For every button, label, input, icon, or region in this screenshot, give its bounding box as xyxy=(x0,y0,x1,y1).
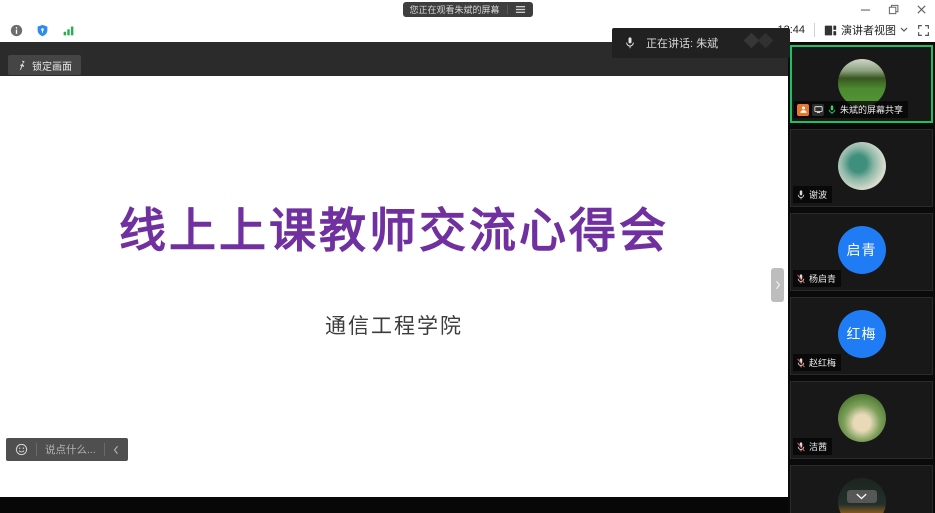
avatar xyxy=(838,394,886,442)
participant-tile[interactable]: 谢波 xyxy=(790,129,933,207)
participant-tile[interactable]: 启青 杨启青 xyxy=(790,213,933,291)
participant-tile-screen-share[interactable]: 朱斌的屏幕共享 xyxy=(790,45,933,123)
participants-panel: 朱斌的屏幕共享 谢波 启青 杨启青 红梅 xyxy=(788,42,935,513)
participant-tile[interactable]: 洁茜 xyxy=(790,381,933,459)
participant-tile[interactable]: 红梅 赵红梅 xyxy=(790,297,933,375)
pin-icon xyxy=(17,60,27,71)
toolbar-right: 12:44 演讲者视图 xyxy=(777,18,930,42)
meeting-window: 您正在观看朱斌的屏幕 xyxy=(0,0,935,513)
mic-muted-icon xyxy=(796,273,806,285)
participant-name: 杨启青 xyxy=(809,272,836,285)
view-mode-button[interactable]: 演讲者视图 xyxy=(824,22,908,38)
divider xyxy=(507,5,508,14)
divider xyxy=(814,23,815,37)
participant-label-bar: 洁茜 xyxy=(793,438,832,455)
speaking-toast: 正在讲话: 朱斌 xyxy=(612,28,790,58)
divider xyxy=(104,443,105,456)
titlebar: 您正在观看朱斌的屏幕 xyxy=(0,0,935,18)
mic-on-icon xyxy=(827,104,837,116)
mic-muted-icon xyxy=(796,357,806,369)
participant-name: 朱斌的屏幕共享 xyxy=(840,103,903,116)
toolbar-left-icons xyxy=(10,18,75,42)
divider xyxy=(36,443,37,456)
close-button[interactable] xyxy=(915,3,927,15)
participant-label-bar: 赵红梅 xyxy=(793,354,841,371)
chat-input[interactable]: 说点什么... xyxy=(45,442,96,457)
shield-icon[interactable] xyxy=(36,24,49,37)
participant-label-bar: 杨启青 xyxy=(793,270,841,287)
avatar-initials: 启青 xyxy=(838,226,886,274)
fullscreen-button[interactable] xyxy=(917,24,930,37)
chevron-down-icon xyxy=(900,27,908,33)
watch-banner[interactable]: 您正在观看朱斌的屏幕 xyxy=(402,2,532,17)
participant-label-bar: 谢波 xyxy=(793,186,832,203)
info-icon[interactable] xyxy=(10,24,23,37)
participant-name: 洁茜 xyxy=(809,440,827,453)
chevron-left-icon[interactable] xyxy=(113,445,119,455)
avatar xyxy=(838,142,886,190)
menu-icon[interactable] xyxy=(515,4,526,15)
slide-title: 线上上课教师交流心得会 xyxy=(0,192,788,261)
watch-banner-label: 您正在观看朱斌的屏幕 xyxy=(409,3,499,16)
avatar xyxy=(838,59,886,107)
avatar-initials: 红梅 xyxy=(838,310,886,358)
mic-on-icon xyxy=(796,189,806,201)
minimize-button[interactable] xyxy=(859,3,871,15)
watermark-logo-icon xyxy=(738,32,784,59)
layout-view-icon xyxy=(824,24,837,37)
mic-muted-icon xyxy=(796,441,806,453)
participant-label-bar: 朱斌的屏幕共享 xyxy=(794,101,908,118)
host-badge-icon xyxy=(797,104,809,116)
lock-view-button[interactable]: 锁定画面 xyxy=(8,55,81,75)
scroll-down-button[interactable] xyxy=(847,490,877,503)
microphone-icon xyxy=(624,36,636,50)
emoji-icon[interactable] xyxy=(15,443,28,456)
signal-strength-icon[interactable] xyxy=(62,24,75,37)
screen-share-icon xyxy=(812,104,824,116)
view-mode-label: 演讲者视图 xyxy=(841,22,896,38)
panel-collapse-handle[interactable] xyxy=(771,268,784,302)
speaking-label: 正在讲话: 朱斌 xyxy=(646,35,718,51)
slide-subtitle: 通信工程学院 xyxy=(0,310,788,340)
participant-name: 赵红梅 xyxy=(809,356,836,369)
chat-quick-bar: 说点什么... xyxy=(6,438,128,461)
window-controls xyxy=(859,0,927,18)
shared-screen-view: 锁定画面 线上上课教师交流心得会 通信工程学院 说点什么... xyxy=(0,42,788,497)
lock-view-label: 锁定画面 xyxy=(32,58,72,73)
restore-button[interactable] xyxy=(887,3,899,15)
toolbar: 12:44 演讲者视图 xyxy=(0,18,935,43)
participant-name: 谢波 xyxy=(809,188,827,201)
participant-tile[interactable] xyxy=(790,465,933,513)
